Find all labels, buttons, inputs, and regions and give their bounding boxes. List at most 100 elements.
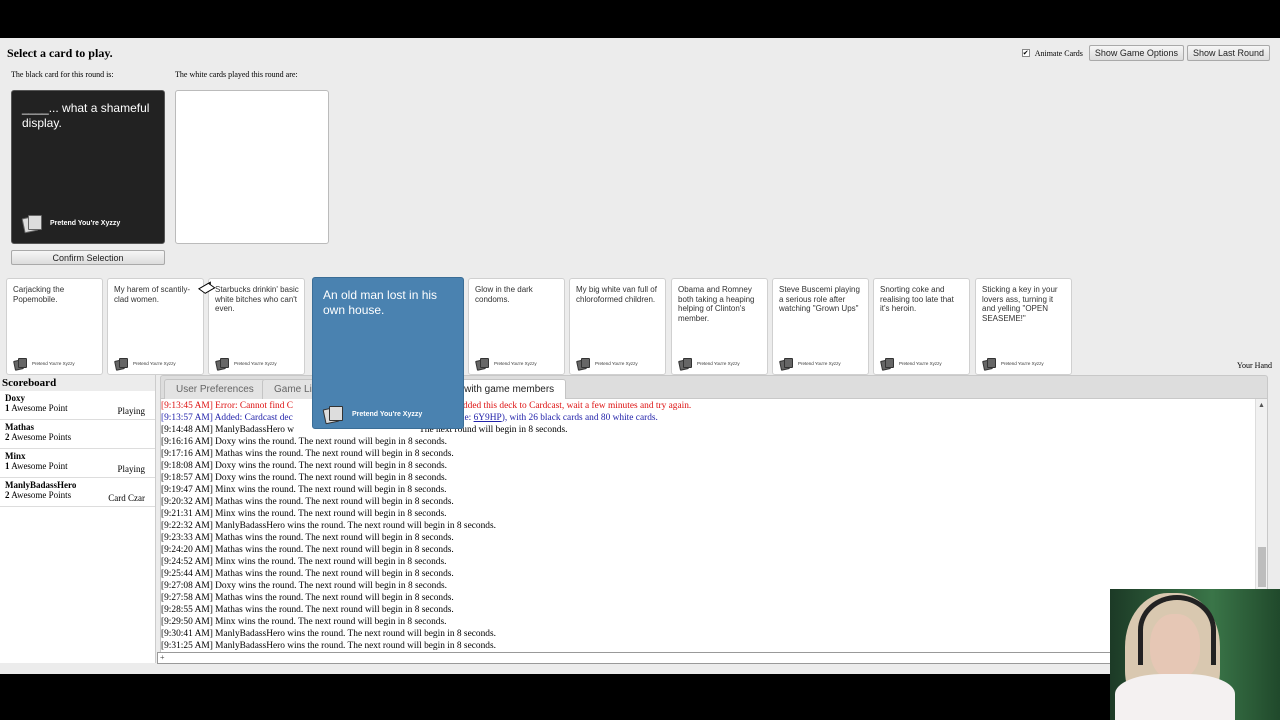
played-white-cards-area — [175, 90, 329, 244]
headset-icon — [1138, 595, 1216, 665]
player-status: Card Czar — [108, 493, 145, 503]
hand-card-text: Steve Buscemi playing a serious role aft… — [779, 285, 860, 313]
player-status: Playing — [117, 406, 145, 416]
scoreboard: Scoreboard Doxy 1 Awesome Point Playing Mat… — [0, 375, 156, 663]
deck-code-link[interactable]: 6Y9HP — [474, 413, 502, 423]
hand-card[interactable]: Obama and Romney both taking a heaping h… — [671, 278, 768, 375]
hand-card[interactable]: My harem of scantily-clad women. Pretend … — [107, 278, 204, 375]
player-row: Mathas 2 Awesome Points — [0, 420, 155, 449]
hand-card[interactable]: Starbucks drinkin' basic white bitches w… — [208, 278, 305, 375]
player-status: Playing — [117, 464, 145, 474]
hand-card-text: My harem of scantily-clad women. — [114, 285, 191, 304]
player-name: Minx — [5, 451, 26, 461]
log-line: [9:18:08 AM] Doxy wins the round. The ne… — [161, 461, 447, 471]
chat-input[interactable]: + — [157, 652, 1112, 664]
hand-card-text: Glow in the dark condoms. — [475, 285, 533, 304]
confirm-selection-button[interactable]: Confirm Selection — [11, 250, 165, 265]
page-title: Select a card to play. — [7, 46, 113, 60]
hand-card-text: Snorting coke and realising too late tha… — [880, 285, 954, 313]
show-last-round-button[interactable]: Show Last Round — [1186, 45, 1270, 61]
hand-card-text: Obama and Romney both taking a heaping h… — [678, 285, 755, 323]
tab-chat-game-members[interactable]: at with game members — [451, 379, 567, 399]
log-lines: [9:13:45 AM] Error: Cannot find Cast add… — [161, 400, 1251, 652]
log-line: [9:29:50 AM] Minx wins the round. The ne… — [161, 617, 447, 627]
cards-logo-icon — [13, 358, 29, 371]
hand-card[interactable]: Glow in the dark condoms. Pretend You're … — [468, 278, 565, 375]
cards-logo-icon — [779, 358, 795, 371]
log-line: [9:16:16 AM] Doxy wins the round. The ne… — [161, 437, 447, 447]
cards-logo-icon — [880, 358, 896, 371]
hand-card-text: Carjacking the Popemobile. — [13, 285, 65, 304]
cards-logo-icon — [215, 358, 231, 371]
player-row: ManlyBadassHero 2 Awesome Points Card Czar — [0, 478, 155, 507]
black-card-text: ____... what a shameful display. — [22, 101, 150, 130]
cards-logo-icon — [982, 358, 998, 371]
log-line: [9:27:58 AM] Mathas wins the round. The … — [161, 593, 454, 603]
your-hand-label: Your Hand — [1237, 361, 1272, 370]
hand-card-text: Sticking a key in your lovers ass, turni… — [982, 285, 1058, 323]
card-logo: Pretend You're Xyzzy — [322, 405, 422, 425]
log-line: [9:24:20 AM] Mathas wins the round. The … — [161, 545, 454, 555]
card-logo: Pretend You're Xyzzy — [114, 358, 176, 371]
card-logo: Pretend You're Xyzzy — [880, 358, 942, 371]
cards-logo-icon — [475, 358, 491, 371]
log-line: [9:27:08 AM] Doxy wins the round. The ne… — [161, 581, 447, 591]
card-logo: Pretend You're Xyzzy — [215, 358, 277, 371]
animate-cards-checkbox[interactable]: ✔ — [1021, 49, 1030, 57]
log-line: [9:22:32 AM] ManlyBadassHero wins the ro… — [161, 521, 496, 531]
cards-logo-icon — [114, 358, 130, 371]
player-row: Doxy 1 Awesome Point Playing — [0, 391, 155, 420]
player-list: Doxy 1 Awesome Point Playing Mathas 2 Awesom… — [0, 391, 155, 507]
scroll-thumb[interactable] — [1258, 547, 1266, 587]
cards-logo-icon — [576, 358, 592, 371]
hand-card[interactable]: Steve Buscemi playing a serious role aft… — [772, 278, 869, 375]
log-line: [9:28:55 AM] Mathas wins the round. The … — [161, 605, 454, 615]
log-line: [9:20:32 AM] Mathas wins the round. The … — [161, 497, 454, 507]
show-game-options-button[interactable]: Show Game Options — [1088, 45, 1184, 61]
game-app: Select a card to play. The black card fo… — [0, 38, 1280, 674]
bottom-black-bar — [0, 674, 1280, 720]
player-name: ManlyBadassHero — [5, 480, 77, 490]
hand-card[interactable]: Sticking a key in your lovers ass, turni… — [975, 278, 1072, 375]
tab-user-preferences[interactable]: User Preferences — [164, 379, 266, 399]
card-logo: Pretend You're Xyzzy — [13, 358, 75, 371]
log-line: [9:19:47 AM] Minx wins the round. The ne… — [161, 485, 447, 495]
hand-card[interactable]: Snorting coke and realising too late tha… — [873, 278, 970, 375]
black-card-label: The black card for this round is: — [11, 70, 114, 79]
black-card: ____... what a shameful display. Pretend… — [11, 90, 165, 244]
top-controls: ✔ Animate Cards Show Game Options Show L… — [1021, 45, 1270, 61]
log-line: [9:21:31 AM] Minx wins the round. The ne… — [161, 509, 447, 519]
log-line: [9:31:25 AM] ManlyBadassHero wins the ro… — [161, 641, 496, 651]
card-logo: Pretend You're Xyzzy — [21, 214, 120, 234]
animate-cards-label: Animate Cards — [1034, 48, 1083, 58]
selected-card-text: An old man lost in his own house. — [323, 288, 438, 317]
webcam-overlay — [1110, 589, 1280, 720]
cards-logo-icon — [678, 358, 694, 371]
log-line: [9:17:16 AM] Mathas wins the round. The … — [161, 449, 454, 459]
hand-card[interactable]: Carjacking the Popemobile. Pretend You're… — [6, 278, 103, 375]
card-logo: Pretend You're Xyzzy — [678, 358, 740, 371]
card-logo: Pretend You're Xyzzy — [779, 358, 841, 371]
hand-card-text: My big white van full of chloroformed ch… — [576, 285, 657, 304]
hand-card-text: Starbucks drinkin' basic white bitches w… — [215, 285, 299, 313]
log-line: [9:24:52 AM] Minx wins the round. The ne… — [161, 557, 447, 567]
hand-card[interactable]: My big white van full of chloroformed ch… — [569, 278, 666, 375]
white-cards-label: The white cards played this round are: — [175, 70, 298, 79]
player-score: 2 Awesome Points — [5, 432, 72, 442]
player-name: Mathas — [5, 422, 34, 432]
card-logo: Pretend You're Xyzzy — [475, 358, 537, 371]
log-line: [9:18:57 AM] Doxy wins the round. The ne… — [161, 473, 447, 483]
player-name: Doxy — [5, 393, 25, 403]
chat-log: [9:13:45 AM] Error: Cannot find Cast add… — [160, 399, 1268, 663]
top-black-bar — [0, 0, 1280, 38]
player-row: Minx 1 Awesome Point Playing — [0, 449, 155, 478]
scroll-up-icon[interactable]: ▲ — [1258, 401, 1265, 409]
scoreboard-title: Scoreboard — [0, 375, 155, 391]
cards-logo-icon — [322, 405, 349, 425]
log-line: [9:25:44 AM] Mathas wins the round. The … — [161, 569, 454, 579]
log-line: [9:23:33 AM] Mathas wins the round. The … — [161, 533, 454, 543]
cards-logo-icon — [21, 214, 46, 234]
log-line: [9:30:41 AM] ManlyBadassHero wins the ro… — [161, 629, 496, 639]
selected-hand-card[interactable]: An old man lost in his own house. Preten… — [312, 277, 464, 429]
card-logo: Pretend You're Xyzzy — [982, 358, 1044, 371]
